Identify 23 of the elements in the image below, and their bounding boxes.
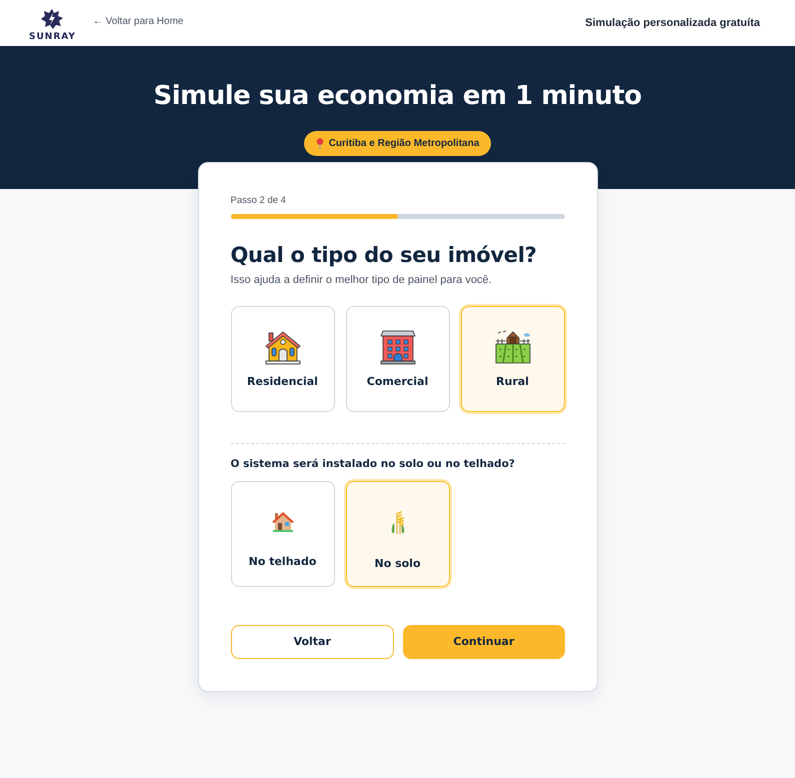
house-icon — [264, 329, 302, 365]
option-card[interactable]: Rural — [460, 306, 564, 412]
pin-icon — [316, 138, 324, 149]
option-card[interactable]: No telhado — [230, 481, 334, 587]
option-card[interactable]: Residencial — [230, 306, 334, 412]
logo-icon — [40, 8, 64, 30]
hint-text: Isso ajuda a definir o melhor tipo de painel para você. — [230, 273, 493, 287]
farm-icon — [494, 329, 532, 365]
back-link[interactable]: ← Voltar para Home — [92, 14, 184, 28]
question-heading: Qual o tipo do seu imóvel? — [230, 242, 538, 269]
continue-button[interactable]: Continuar — [403, 625, 564, 659]
back-button[interactable]: Voltar — [230, 625, 394, 659]
wheat-icon — [390, 511, 406, 535]
location-text: Curitiba e Região Metropolitana — [328, 137, 480, 151]
option-card[interactable]: Comercial — [346, 306, 450, 412]
building-icon — [378, 329, 416, 365]
tagline-text: Simulação personalizada gratuíta — [585, 16, 760, 31]
hero-title: Simule sua economia em 1 minuto — [153, 80, 642, 113]
step-label: Passo 2 de 4 — [230, 195, 287, 207]
option-card[interactable]: No solo — [346, 481, 450, 587]
install-question: O sistema será instalado no solo ou no telhado? — [230, 458, 516, 471]
house-icon — [270, 511, 294, 533]
logo-text: SUNRAY — [29, 33, 76, 42]
